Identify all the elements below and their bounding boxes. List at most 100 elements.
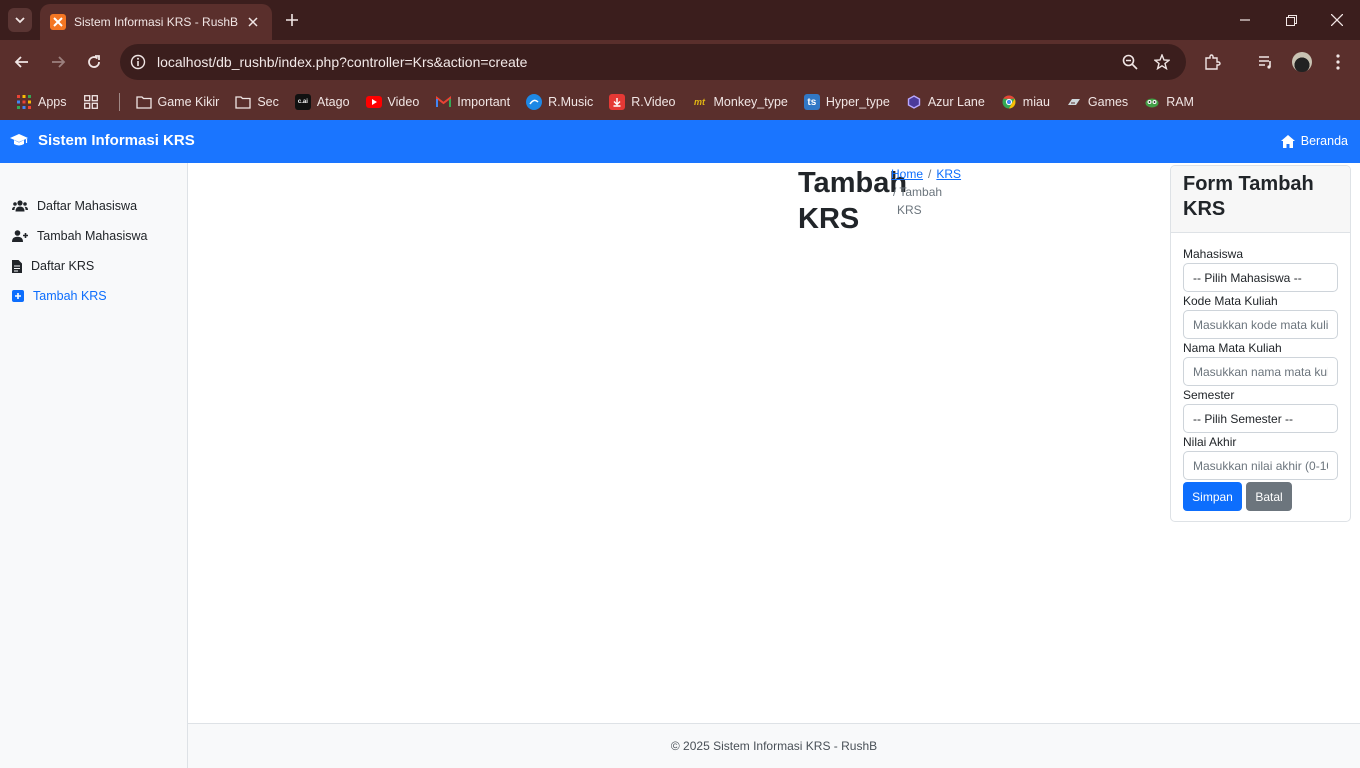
breadcrumb-home-link[interactable]: Home (891, 167, 923, 181)
media-controls-button[interactable] (1254, 50, 1278, 74)
arrow-left-icon (14, 56, 28, 68)
navbar-brand[interactable]: Sistem Informasi KRS (10, 132, 195, 149)
download-icon (609, 94, 626, 110)
star-icon (1154, 54, 1170, 70)
batal-button[interactable]: Batal (1246, 482, 1292, 511)
breadcrumb-separator: / (928, 167, 932, 181)
sidebar-item-tambah-mahasiswa[interactable]: Tambah Mahasiswa (0, 221, 187, 251)
xampp-favicon-icon (50, 14, 66, 30)
graduation-cap-icon (10, 133, 28, 145)
bookmark-hypertype[interactable]: ts Hyper_type (803, 94, 890, 110)
back-button[interactable] (10, 50, 34, 74)
bookmark-label: Important (457, 95, 511, 109)
monkeytype-icon: mt (694, 97, 706, 107)
new-tab-button[interactable] (282, 10, 302, 30)
simpan-button[interactable]: Simpan (1183, 482, 1242, 511)
minimize-button[interactable] (1222, 0, 1268, 40)
apps-grid-icon (16, 94, 32, 110)
tab-title: Sistem Informasi KRS - RushB (74, 15, 239, 29)
forward-button[interactable] (46, 50, 70, 74)
grid-icon (83, 94, 99, 110)
ts-icon: ts (803, 94, 820, 110)
bookmark-video[interactable]: Video (365, 94, 420, 110)
bookmark-apps[interactable]: Apps (16, 94, 67, 110)
users-icon (12, 200, 28, 212)
sidebar-item-label: Daftar Mahasiswa (37, 199, 138, 213)
tab-search-button[interactable] (8, 8, 32, 32)
bookmarks-bar: Apps Game Kikir Sec c.ai Atago Video Imp… (0, 84, 1360, 120)
bookmark-rmusic[interactable]: R.Music (526, 94, 593, 110)
chevron-down-icon (15, 17, 25, 24)
gmail-icon (435, 94, 451, 110)
page-footer: © 2025 Sistem Informasi KRS - RushB (188, 723, 1360, 768)
zoom-out-icon (1122, 54, 1138, 70)
reload-button[interactable] (82, 50, 106, 74)
bookmark-miau[interactable]: miau (1001, 94, 1050, 110)
bookmark-label: Azur Lane (927, 95, 985, 109)
bookmark-ram[interactable]: RAM (1144, 94, 1194, 110)
tab-close-button[interactable] (244, 13, 262, 31)
reload-icon (88, 55, 100, 68)
home-icon (1280, 134, 1295, 148)
kode-mata-kuliah-input[interactable] (1183, 310, 1338, 339)
semester-selected-value: -- Pilih Semester -- (1193, 411, 1294, 426)
bookmark-label: Sec (257, 95, 279, 109)
bookmark-game-kikir[interactable]: Game Kikir (135, 94, 219, 110)
sidebar-item-label: Tambah KRS (33, 289, 107, 303)
bookmark-label: Monkey_type (713, 95, 788, 109)
bookmark-sec[interactable]: Sec (235, 94, 279, 110)
more-vertical-icon (1336, 54, 1340, 70)
bookmark-label: Video (387, 95, 420, 109)
window-close-button[interactable] (1314, 0, 1360, 40)
bookmark-monkeytype[interactable]: mt Monkey_type (692, 94, 788, 110)
mahasiswa-label: Mahasiswa (1183, 247, 1244, 261)
restore-button[interactable] (1268, 0, 1314, 40)
web-page: Sistem Informasi KRS Beranda Daftar Maha… (0, 120, 1360, 768)
bookmark-label: Apps (38, 95, 67, 109)
browser-tab-active[interactable]: Sistem Informasi KRS - RushB (40, 4, 272, 40)
music-icon (526, 94, 543, 110)
sidebar-item-daftar-mahasiswa[interactable]: Daftar Mahasiswa (0, 191, 187, 221)
site-info-button[interactable] (128, 52, 148, 72)
kode-mata-kuliah-label: Kode Mata Kuliah (1183, 294, 1278, 308)
semester-select[interactable]: -- Pilih Semester -- (1183, 404, 1338, 433)
breadcrumb: Home / KRS / Tambah KRS (891, 165, 971, 219)
bookmark-star-button[interactable] (1152, 52, 1172, 72)
bookmark-azur-lane[interactable]: Azur Lane (906, 94, 985, 110)
form-actions: Simpan Batal (1183, 482, 1338, 511)
close-icon (1331, 14, 1343, 26)
bookmark-important[interactable]: Important (435, 94, 510, 110)
bookmark-label: Hyper_type (825, 95, 890, 109)
bookmark-label: RAM (1166, 95, 1194, 109)
nilai-akhir-label: Nilai Akhir (1183, 435, 1237, 449)
browser-menu-button[interactable] (1326, 50, 1350, 74)
breadcrumb-krs-link[interactable]: KRS (936, 167, 961, 181)
nama-mata-kuliah-input[interactable] (1183, 357, 1338, 386)
sidebar: Daftar Mahasiswa Tambah Mahasiswa Daftar… (0, 163, 188, 768)
minimize-icon (1240, 19, 1250, 21)
mahasiswa-select[interactable]: -- Pilih Mahasiswa -- (1183, 263, 1338, 292)
zoom-button[interactable] (1120, 52, 1140, 72)
nama-mata-kuliah-label: Nama Mata Kuliah (1183, 341, 1282, 355)
extensions-button[interactable] (1200, 50, 1224, 74)
nav-beranda-link[interactable]: Beranda (1280, 134, 1348, 148)
folder-icon (235, 94, 251, 110)
bookmark-rvideo[interactable]: R.Video (609, 94, 676, 110)
mahasiswa-selected-value: -- Pilih Mahasiswa -- (1193, 270, 1302, 285)
nilai-akhir-input[interactable] (1183, 451, 1338, 480)
bookmark-games[interactable]: Games (1066, 94, 1128, 110)
file-icon (12, 259, 22, 273)
bookmark-atago[interactable]: c.ai Atago (294, 94, 350, 110)
bookmark-label: miau (1022, 95, 1050, 109)
address-bar[interactable]: localhost/db_rushb/index.php?controller=… (120, 44, 1186, 80)
bookmark-divider (118, 93, 120, 111)
sidebar-item-daftar-krs[interactable]: Daftar KRS (0, 251, 187, 281)
main-content: Tambah KRS Home / KRS / Tambah KRS Form Tam… (188, 163, 1360, 723)
brand-text: Sistem Informasi KRS (38, 132, 195, 149)
profile-button[interactable] (1290, 50, 1314, 74)
bookmark-label: Atago (316, 95, 350, 109)
sidebar-item-tambah-krs[interactable]: Tambah KRS (0, 281, 187, 311)
bookmark-label: Games (1087, 95, 1129, 109)
tab-groups-button[interactable] (83, 94, 105, 110)
plus-icon (286, 14, 298, 26)
